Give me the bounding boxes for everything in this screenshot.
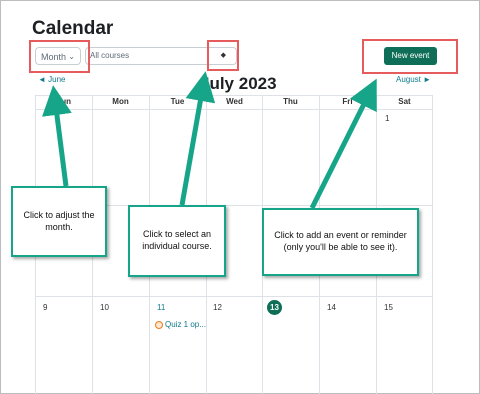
day-header-tue: Tue	[170, 97, 185, 106]
next-month-link[interactable]: August ►	[396, 75, 431, 84]
prev-month-label: June	[48, 75, 66, 84]
today-marker[interactable]: 13	[267, 300, 282, 315]
page-title: Calendar	[32, 18, 114, 39]
day-header-wed: Wed	[226, 97, 243, 106]
day-number[interactable]: 10	[100, 303, 109, 312]
day-header-fri: Fri	[342, 97, 353, 106]
day-header-mon: Mon	[112, 97, 129, 106]
callout-event: Click to add an event or reminder (only …	[262, 208, 419, 276]
arrow-right-icon: ►	[423, 75, 432, 84]
callout-course: Click to select an individual course.	[128, 205, 226, 277]
highlight-box-month	[29, 40, 90, 73]
grid-line	[35, 296, 433, 297]
next-month-label: August	[396, 75, 421, 84]
day-number[interactable]: 14	[327, 303, 336, 312]
callout-month: Click to adjust the month.	[11, 186, 107, 257]
arrow-left-icon: ◄	[38, 75, 46, 84]
day-number[interactable]: 15	[384, 303, 393, 312]
day-number[interactable]: 12	[213, 303, 222, 312]
event-label: Quiz 1 op...	[165, 320, 206, 329]
grid-line	[35, 109, 433, 110]
highlight-box-course	[207, 40, 239, 71]
day-header-sun: Sun	[55, 97, 72, 106]
prev-month-link[interactable]: ◄ June	[38, 75, 66, 84]
day-header-sat: Sat	[398, 97, 411, 106]
grid-line	[432, 95, 433, 394]
day-number[interactable]: 1	[385, 114, 389, 123]
highlight-box-new-event	[362, 39, 458, 74]
day-number[interactable]: 11	[157, 303, 165, 312]
month-title: July 2023	[200, 74, 277, 93]
event-quiz-link[interactable]: Quiz 1 op...	[155, 320, 206, 329]
day-number[interactable]: 9	[43, 303, 47, 312]
quiz-icon	[155, 320, 163, 329]
course-select-label: All courses	[90, 51, 130, 60]
day-header-thu: Thu	[283, 97, 298, 106]
